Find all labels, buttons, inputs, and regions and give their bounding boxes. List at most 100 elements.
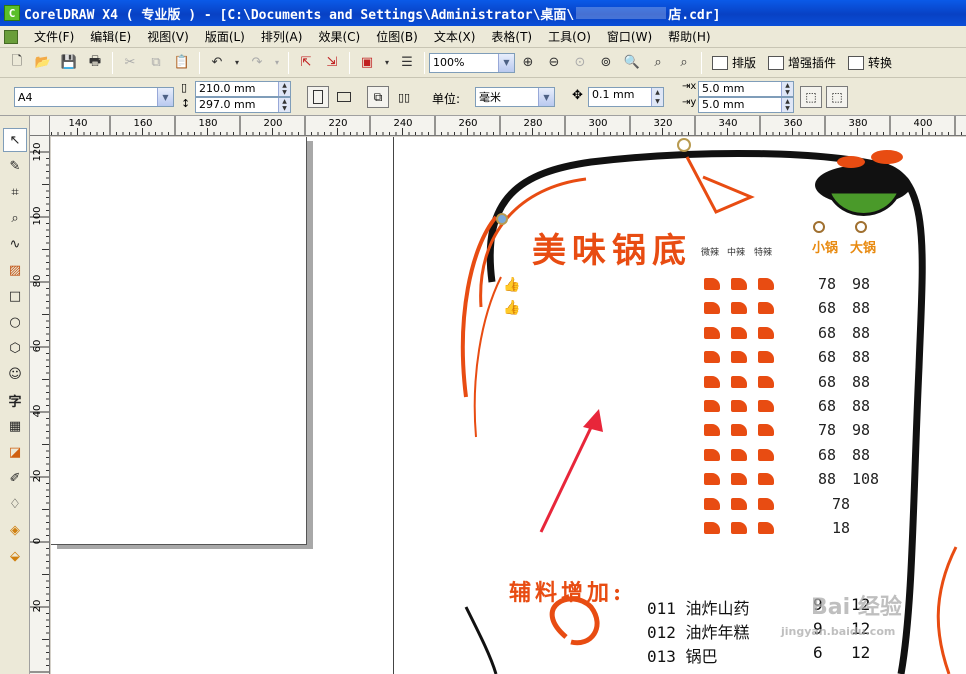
shape-tool-icon[interactable]: ✎ (3, 154, 27, 178)
spin-arrows-icon[interactable]: ▲ ▼ (781, 98, 793, 112)
menu-edit[interactable]: 编辑(E) (82, 28, 139, 45)
drawing-canvas[interactable]: 👍 👍 美味锅底 微辣 中辣 特辣 小锅 大锅 78 98 68 88 68 88 68 88… (51, 137, 966, 674)
horizontal-ruler[interactable]: 140 160 180 200 220 240 260 280 300 320 … (30, 116, 966, 136)
menu-help[interactable]: 帮助(H) (660, 28, 718, 45)
ellipse-tool-icon[interactable]: ○ (3, 310, 27, 334)
zoom-all-objects-icon[interactable]: ⊚ (595, 52, 617, 74)
layout-button[interactable]: 排版 (706, 54, 762, 71)
launcher-dropdown-icon[interactable]: ▾ (382, 52, 392, 74)
menu-title[interactable]: 美味锅底 (532, 223, 692, 272)
treat-as-filled-button[interactable]: ⬚ (800, 86, 822, 108)
ruler-label: 80 (32, 274, 43, 288)
menu-effects[interactable]: 效果(C) (310, 28, 368, 45)
spin-arrows-icon[interactable]: ▲ ▼ (781, 82, 793, 96)
outline-tool-icon[interactable]: ♢ (3, 492, 27, 516)
save-icon[interactable]: 💾 (58, 52, 80, 74)
redo-dropdown-icon[interactable]: ▾ (272, 52, 282, 74)
export-icon[interactable]: ⇲ (321, 52, 343, 74)
fill-tool-icon[interactable]: ◈ (3, 518, 27, 542)
enhance-plugin-button[interactable]: 增强插件 (762, 54, 842, 71)
spin-arrows-icon[interactable]: ▲ ▼ (278, 82, 290, 96)
toolbar-separator (701, 51, 702, 74)
zoom-height-icon[interactable]: ⌕ (673, 52, 695, 74)
price-small: 78 (818, 421, 837, 440)
interactive-tool-icon[interactable]: ◪ (3, 440, 27, 464)
print-icon[interactable]: 🖶 (84, 52, 106, 74)
polygon-tool-icon[interactable]: ⬡ (3, 336, 27, 360)
chevron-down-icon[interactable]: ▼ (157, 88, 173, 106)
redo-icon[interactable]: ↷ (246, 52, 268, 74)
table-tool-icon[interactable]: ▦ (3, 414, 27, 438)
welcome-screen-icon[interactable]: ☰ (396, 52, 418, 74)
chili-flag-icon (758, 497, 774, 510)
undo-dropdown-icon[interactable]: ▾ (232, 52, 242, 74)
menu-text[interactable]: 文本(X) (426, 28, 484, 45)
zoom-in-icon[interactable]: ⊕ (517, 52, 539, 74)
menu-tools[interactable]: 工具(O) (540, 28, 599, 45)
new-icon[interactable]: 🗋 (6, 52, 28, 74)
cut-icon[interactable]: ✂ (119, 52, 141, 74)
rectangle-tool-icon[interactable]: □ (3, 284, 27, 308)
extra-item-name: 013 锅巴 (647, 647, 718, 666)
undo-icon[interactable]: ↶ (206, 52, 228, 74)
menu-file[interactable]: 文件(F) (26, 28, 82, 45)
ruler-label: 20 (32, 599, 43, 613)
chevron-down-icon[interactable]: ▼ (538, 88, 554, 106)
open-icon[interactable]: 📂 (32, 52, 54, 74)
basic-shapes-icon[interactable]: ☺ (3, 362, 27, 386)
paste-icon[interactable]: 📋 (171, 52, 193, 74)
menu-bitmaps[interactable]: 位图(B) (368, 28, 426, 45)
duplicate-y-field[interactable]: 5.0 mm ▲ ▼ (698, 97, 794, 113)
spice-level-header: 特辣 (754, 248, 773, 258)
vertical-ruler[interactable]: 120 100 80 60 40 20 0 20 (30, 136, 50, 674)
current-page-button[interactable]: ▯▯ (393, 86, 415, 108)
import-icon[interactable]: ⇱ (295, 52, 317, 74)
zoom-out-icon[interactable]: ⊖ (543, 52, 565, 74)
ruler-corner[interactable] (30, 116, 50, 136)
application-launcher-icon[interactable]: ▣ (356, 52, 378, 74)
extras-title[interactable]: 辅料增加: (509, 575, 625, 607)
crop-tool-icon[interactable]: ⌗ (3, 180, 27, 204)
page-width-field[interactable]: 210.0 mm ▲ ▼ (195, 81, 291, 97)
nudge-distance-field[interactable]: 0.1 mm ▲ ▼ (588, 87, 664, 107)
menu-window[interactable]: 窗口(W) (599, 28, 660, 45)
zoom-selected-icon[interactable]: ⊙ (569, 52, 591, 74)
zoom-page-icon[interactable]: 🔍 (621, 52, 643, 74)
snap-to-objects-button[interactable]: ⬚ (826, 86, 848, 108)
pick-tool-icon[interactable]: ↖ (3, 128, 27, 152)
text-tool-icon[interactable]: 字 (3, 388, 27, 412)
extra-item-name: 011 油炸山药 (647, 599, 750, 618)
pot-ingredient (871, 150, 903, 164)
treat-as-filled-icon: ⬚ (805, 90, 817, 104)
chili-flag-icon (731, 278, 747, 290)
frame-node[interactable] (496, 213, 508, 225)
price-small: 68 (818, 397, 837, 415)
menu-table[interactable]: 表格(T) (483, 28, 540, 45)
eyedropper-icon[interactable]: ✐ (3, 466, 27, 490)
portrait-button[interactable] (307, 86, 329, 108)
interactive-fill-icon[interactable]: ⬙ (3, 544, 27, 568)
horizontal-ruler-ticks (44, 116, 962, 135)
price-small: 68 (818, 348, 837, 367)
frame-node[interactable] (677, 138, 691, 152)
spin-arrows-icon[interactable]: ▲ ▼ (278, 98, 290, 112)
smart-fill-icon[interactable]: ▨ (3, 258, 27, 282)
zoom-tool-icon[interactable]: ⌕ (3, 206, 27, 230)
page-size-select[interactable]: A4 ▼ (14, 87, 174, 107)
menu-view[interactable]: 视图(V) (139, 28, 197, 45)
page-height-field[interactable]: 297.0 mm ▲ ▼ (195, 97, 291, 113)
spin-arrows-icon[interactable]: ▲ ▼ (651, 88, 663, 106)
zoom-level-select[interactable]: 100% ▼ (429, 52, 515, 73)
zoom-width-icon[interactable]: ⌕ (647, 52, 669, 74)
copy-icon[interactable]: ⧉ (145, 52, 167, 74)
chevron-down-icon[interactable]: ▼ (498, 53, 514, 72)
landscape-button[interactable] (333, 86, 355, 108)
menu-layout[interactable]: 版面(L) (197, 28, 253, 45)
document-icon[interactable] (4, 29, 18, 44)
all-pages-button[interactable]: ⧉ (367, 86, 389, 108)
menu-arrange[interactable]: 排列(A) (253, 28, 311, 45)
convert-button[interactable]: 转换 (842, 54, 898, 71)
duplicate-x-field[interactable]: 5.0 mm ▲ ▼ (698, 81, 794, 97)
freehand-tool-icon[interactable]: ∿ (3, 232, 27, 256)
units-select[interactable]: 毫米 ▼ (475, 87, 555, 107)
